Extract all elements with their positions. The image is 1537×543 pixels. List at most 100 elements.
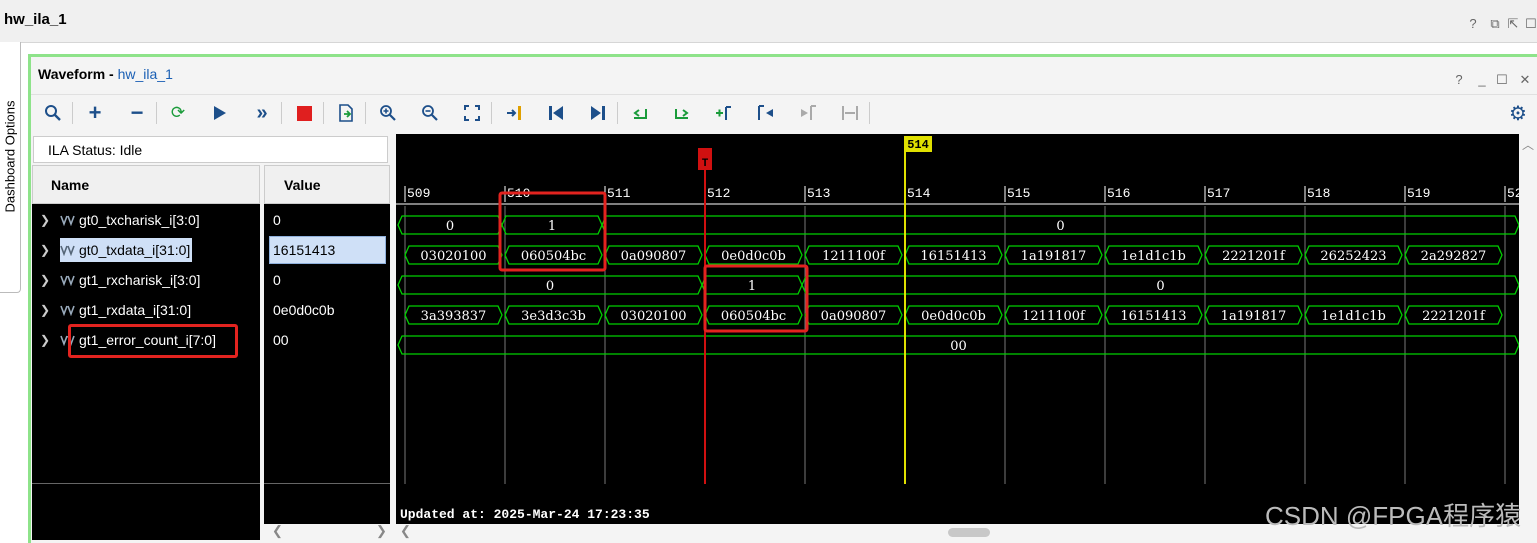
signal-row[interactable]: ❯ gt0_txdata_i[31:0] [40, 237, 260, 263]
panel-minimize-icon[interactable]: _ [1475, 73, 1489, 87]
chevron-right-icon[interactable]: ❯ [40, 213, 54, 227]
time-tick-label: 512 [707, 186, 730, 201]
txcharisk-value: 0 [1056, 219, 1064, 234]
add-marker-icon[interactable] [711, 101, 737, 125]
go-to-cursor-icon[interactable] [501, 101, 527, 125]
trigger-marker-label: T [702, 158, 709, 170]
waveform-canvas[interactable]: 509 510 511 512 513 514 515 516 517 518 519 52 0 1 0 03… [396, 134, 1519, 524]
panel-close-icon[interactable]: ✕ [1518, 73, 1532, 87]
scroll-left-icon[interactable]: ❮ [272, 523, 283, 539]
remove-icon[interactable]: − [124, 100, 150, 125]
signal-row[interactable]: ❯ gt1_rxcharisk_i[3:0] [40, 267, 260, 293]
txcharisk-value: 0 [446, 219, 454, 234]
panel-title-link[interactable]: hw_ila_1 [118, 66, 173, 82]
signal-value: 0 [273, 212, 281, 228]
panel-maximize-icon[interactable]: ☐ [1495, 73, 1509, 87]
rxdata-value: 3e3d3c3b [521, 309, 586, 324]
waveform-svg[interactable]: 509 510 511 512 513 514 515 516 517 518 519 520 1 003… [396, 134, 1519, 524]
name-column-header[interactable]: Name [32, 165, 260, 204]
go-to-last-time-icon[interactable] [585, 101, 611, 125]
run-immediate-icon[interactable]: » [249, 101, 275, 125]
zoom-fit-icon[interactable] [459, 101, 485, 125]
panel-title-prefix: Waveform - [38, 66, 118, 82]
rxdata-value: 2221201f [1422, 309, 1486, 324]
zoom-in-icon[interactable] [375, 101, 401, 125]
bus-icon [60, 245, 75, 256]
error-count-value: 00 [950, 339, 967, 354]
time-tick-label: 517 [1207, 186, 1230, 201]
chevron-right-icon[interactable]: ❯ [40, 333, 54, 347]
txdata-value: 16151413 [920, 249, 986, 264]
help-icon[interactable]: ? [1466, 17, 1480, 31]
horizontal-scroll-thumb[interactable] [948, 528, 990, 537]
float-icon[interactable]: ⇱ [1506, 17, 1520, 31]
signal-value: 0 [273, 272, 281, 288]
window-titlebar [0, 0, 1537, 43]
rxdata-value: 0a090807 [821, 309, 887, 324]
stop-icon[interactable] [291, 101, 317, 125]
signal-value: 00 [273, 332, 289, 348]
rxdata-value: 0e0d0c0b [921, 309, 986, 324]
txdata-value: 1211100f [822, 249, 886, 264]
bus-icon [60, 275, 75, 286]
run-trigger-immediate-icon[interactable]: ⟳ [165, 101, 191, 125]
restore-icon[interactable]: ⧉ [1488, 17, 1502, 31]
go-to-time-zero-icon[interactable] [543, 101, 569, 125]
previous-transition-icon[interactable] [627, 101, 653, 125]
previous-marker-icon[interactable] [753, 101, 779, 125]
rxdata-value: 03020100 [620, 309, 686, 324]
toolbar-separator [491, 102, 492, 124]
scroll-up-icon[interactable]: ︿ [1522, 136, 1534, 153]
export-icon[interactable] [333, 101, 359, 125]
search-icon[interactable] [40, 101, 66, 125]
vertical-scrollbar[interactable] [1520, 134, 1537, 524]
txdata-value: 060504bc [521, 249, 586, 264]
time-tick-label: 519 [1407, 186, 1430, 201]
ila-status: ILA Status: Idle [33, 136, 388, 163]
add-icon[interactable]: + [82, 100, 108, 125]
rxdata-value: 1211100f [1022, 309, 1086, 324]
rxcharisk-value: 1 [748, 279, 756, 294]
value-column-header[interactable]: Value [264, 165, 390, 204]
time-tick-label: 515 [1007, 186, 1030, 201]
txdata-value: 2a292827 [1421, 249, 1487, 264]
value-column-divider [264, 483, 390, 484]
signal-name: gt1_rxdata_i[31:0] [79, 302, 192, 318]
signal-name: gt0_txcharisk_i[3:0] [79, 212, 200, 228]
signal-value: 0e0d0c0b [273, 302, 335, 318]
toolbar-separator [323, 102, 324, 124]
panel-help-icon[interactable]: ? [1452, 73, 1466, 87]
signal-name: gt0_txdata_i[31:0] [79, 242, 191, 258]
txcharisk-value: 1 [548, 219, 556, 234]
signal-row[interactable]: ❯ gt0_txcharisk_i[3:0] [40, 207, 260, 233]
time-tick-label: 514 [907, 186, 931, 201]
chevron-right-icon[interactable]: ❯ [40, 243, 54, 257]
updated-timestamp: Updated at: 2025-Mar-24 17:23:35 [400, 507, 650, 522]
rxdata-value: 1a191817 [1221, 309, 1287, 324]
scroll-right-icon[interactable]: ❯ [376, 523, 387, 539]
txdata-value: 03020100 [420, 249, 486, 264]
name-column-divider [32, 483, 260, 484]
dashboard-options-label: Dashboard Options [2, 100, 18, 213]
chevron-right-icon[interactable]: ❯ [40, 273, 54, 287]
run-trigger-icon[interactable] [207, 101, 233, 125]
signal-row[interactable]: ❯ gt1_rxdata_i[31:0] [40, 297, 260, 323]
txdata-value: 0a090807 [621, 249, 687, 264]
zoom-out-icon[interactable] [417, 101, 443, 125]
maximize-icon[interactable]: ☐ [1524, 17, 1537, 31]
toolbar-separator [869, 102, 870, 124]
scroll-left-icon[interactable]: ❮ [400, 523, 411, 539]
time-tick-label: 518 [1307, 186, 1330, 201]
chevron-right-icon[interactable]: ❯ [40, 303, 54, 317]
swap-cursors-icon[interactable] [837, 101, 863, 125]
toolbar-separator [72, 102, 73, 124]
toolbar-separator [281, 102, 282, 124]
time-tick-label: 511 [607, 186, 631, 201]
bus-icon [60, 215, 75, 226]
settings-gear-icon[interactable]: ⚙ [1505, 101, 1531, 125]
next-marker-icon[interactable] [795, 101, 821, 125]
rxdata-value: 16151413 [1120, 309, 1186, 324]
watermark: CSDN @FPGA程序猿 [1265, 501, 1522, 531]
txdata-value: 26252423 [1320, 249, 1386, 264]
next-transition-icon[interactable] [669, 101, 695, 125]
